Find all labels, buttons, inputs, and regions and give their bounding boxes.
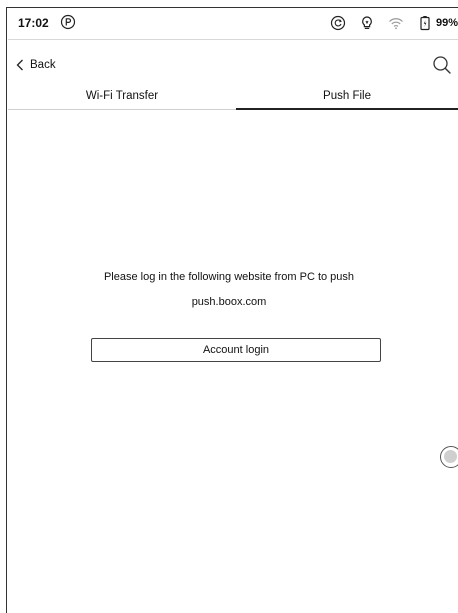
battery-percent: 99% xyxy=(435,17,458,29)
p-circle-icon xyxy=(60,14,76,30)
search-icon[interactable] xyxy=(432,55,452,75)
account-login-button[interactable]: Account login xyxy=(91,338,381,362)
push-instruction-text: Please log in the following website from… xyxy=(103,271,355,283)
status-divider xyxy=(8,39,458,40)
back-label: Back xyxy=(30,59,56,71)
chevron-left-icon xyxy=(16,59,23,71)
tab-wifi-transfer[interactable]: Wi-Fi Transfer xyxy=(8,84,236,108)
active-tab-indicator xyxy=(236,108,458,110)
floating-ball-button[interactable] xyxy=(440,446,458,468)
status-bar: 17:02 99% xyxy=(8,8,458,36)
status-time: 17:02 xyxy=(18,16,49,30)
wifi-icon xyxy=(389,18,403,30)
status-icons: 99% xyxy=(317,13,458,33)
push-website-url: push.boox.com xyxy=(191,296,267,308)
back-button[interactable]: Back xyxy=(16,56,56,74)
lightbulb-icon xyxy=(362,16,372,29)
tab-push-file[interactable]: Push File xyxy=(236,84,458,108)
sync-icon xyxy=(330,15,346,31)
battery-icon xyxy=(420,16,430,31)
tab-bar: Wi-Fi Transfer Push File xyxy=(8,84,458,110)
